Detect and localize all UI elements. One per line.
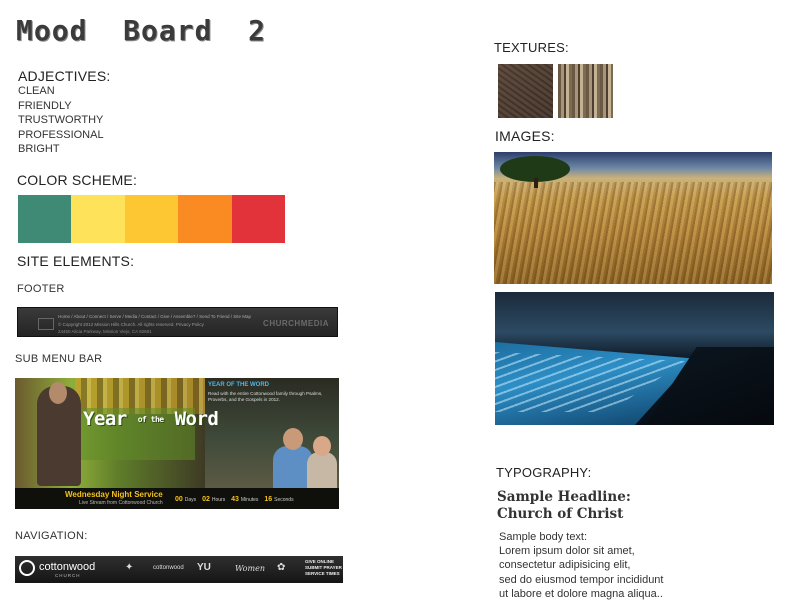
site-elements-heading: SITE ELEMENTS:: [17, 253, 135, 269]
color-swatch: [18, 195, 72, 243]
body-line: sed do eiusmod tempor incididunt: [499, 573, 664, 586]
color-swatch: [71, 195, 125, 243]
event-title: Wednesday Night Service: [65, 490, 163, 499]
countdown-unit: Minutes: [240, 497, 259, 503]
banner-heading: YEAR OF THE WORD: [208, 382, 269, 388]
live-stream-link[interactable]: Live Stream from Cottonwood Church: [79, 500, 163, 506]
body-line: Sample body text:: [499, 531, 588, 543]
tree-trunk: [534, 178, 538, 188]
word-word: Word: [174, 408, 219, 430]
footer-label: FOOTER: [17, 283, 65, 295]
year-word: Year: [83, 408, 127, 430]
footer-brand: CHURCHMEDIA: [263, 319, 329, 328]
footer-logo-icon: [38, 318, 54, 330]
adjectives-list: CLEAN FRIENDLY TRUSTWORTHY PROFESSIONAL …: [18, 84, 104, 157]
bird-icon[interactable]: ✦: [125, 562, 133, 573]
hands-icon[interactable]: ✿: [277, 562, 285, 573]
page-title: Mood Board 2: [16, 14, 267, 47]
nav-side-links: GIVE ONLINE SUBMIT PRAYER SERVICE TIMES: [305, 559, 342, 577]
countdown-unit: Days: [184, 497, 197, 503]
countdown-value: 00: [175, 496, 183, 503]
reader-head: [49, 382, 67, 404]
adjective-item: FRIENDLY: [18, 99, 72, 112]
countdown-value: 43: [231, 496, 239, 503]
countdown-unit: Hours: [211, 497, 226, 503]
images-heading: IMAGES:: [495, 128, 555, 144]
countdown-unit: Seconds: [274, 497, 294, 503]
nav-item-youth[interactable]: YU: [197, 562, 211, 573]
countdown: 00 Days 02 Hours 43 Minutes 16 Seconds: [171, 496, 294, 503]
nav-logo-text[interactable]: cottonwood: [39, 561, 95, 573]
navigation-bar-sample: cottonwood CHURCH ✦ cottonwood YU Women …: [15, 556, 343, 583]
adjectives-heading: ADJECTIVES:: [18, 68, 111, 84]
of-the-word: of the: [137, 415, 164, 424]
body-line: ut labore et dolore magna aliqua..: [499, 587, 663, 600]
countdown-value: 16: [264, 496, 273, 503]
nav-item-women[interactable]: Women: [235, 564, 265, 573]
countdown-value: 02: [202, 496, 210, 503]
footer-links: Home / About / Connect / Serve / Media /…: [58, 314, 252, 319]
headline-line: Sample Headline:: [497, 489, 631, 505]
sample-headline: Sample Headline: Church of Christ: [497, 489, 631, 523]
footer-copyright: © Copyright 2012 Mission Hills Church. A…: [58, 322, 204, 327]
field-image: [494, 152, 772, 284]
cottonwood-logo-icon[interactable]: [19, 560, 35, 576]
adjective-item: TRUSTWORTHY: [18, 114, 104, 126]
footer-sample: Home / About / Connect / Serve / Media /…: [17, 307, 338, 337]
color-swatch: [231, 195, 286, 243]
nav-logo-sub: CHURCH: [55, 573, 81, 578]
adjective-item: PROFESSIONAL: [18, 128, 104, 141]
body-line: Lorem ipsum dolor sit amet,: [499, 545, 635, 558]
sea-image: [495, 292, 774, 425]
textures-heading: TEXTURES:: [494, 40, 569, 55]
year-of-the-word-title: Year of the Word: [83, 408, 219, 430]
typography-heading: TYPOGRAPHY:: [496, 465, 592, 480]
sample-body-text: Sample body text: Lorem ipsum dolor sit …: [499, 530, 663, 601]
leather-texture-swatch: [498, 64, 553, 118]
footer-address: 24450 Alicia Parkway, Mission Viejo, CA …: [58, 329, 152, 334]
sub-menu-banner: Year of the Word YEAR OF THE WORD Read w…: [15, 378, 339, 509]
adjective-item: BRIGHT: [18, 143, 60, 155]
body-line: consectetur adipisicing elit,: [499, 559, 631, 572]
woman-figure: [307, 452, 337, 490]
banner-description: Read with the entire Cottonwood family t…: [208, 391, 323, 402]
color-scheme-heading: COLOR SCHEME:: [17, 172, 138, 188]
color-swatch: [178, 195, 232, 243]
nav-item-cottonwood[interactable]: cottonwood: [153, 565, 184, 571]
woman-head: [313, 436, 331, 456]
wood-texture-swatch: [558, 64, 613, 118]
color-swatches: [18, 195, 286, 243]
man-head: [283, 428, 303, 450]
headline-line: Church of Christ: [497, 506, 624, 522]
sub-menu-label: SUB MENU BAR: [15, 353, 103, 365]
color-swatch: [124, 195, 179, 243]
nav-side-link[interactable]: SERVICE TIMES: [305, 571, 342, 577]
field-grass: [494, 182, 772, 284]
navigation-label: NAVIGATION:: [15, 530, 88, 542]
adjective-item: CLEAN: [18, 85, 55, 97]
